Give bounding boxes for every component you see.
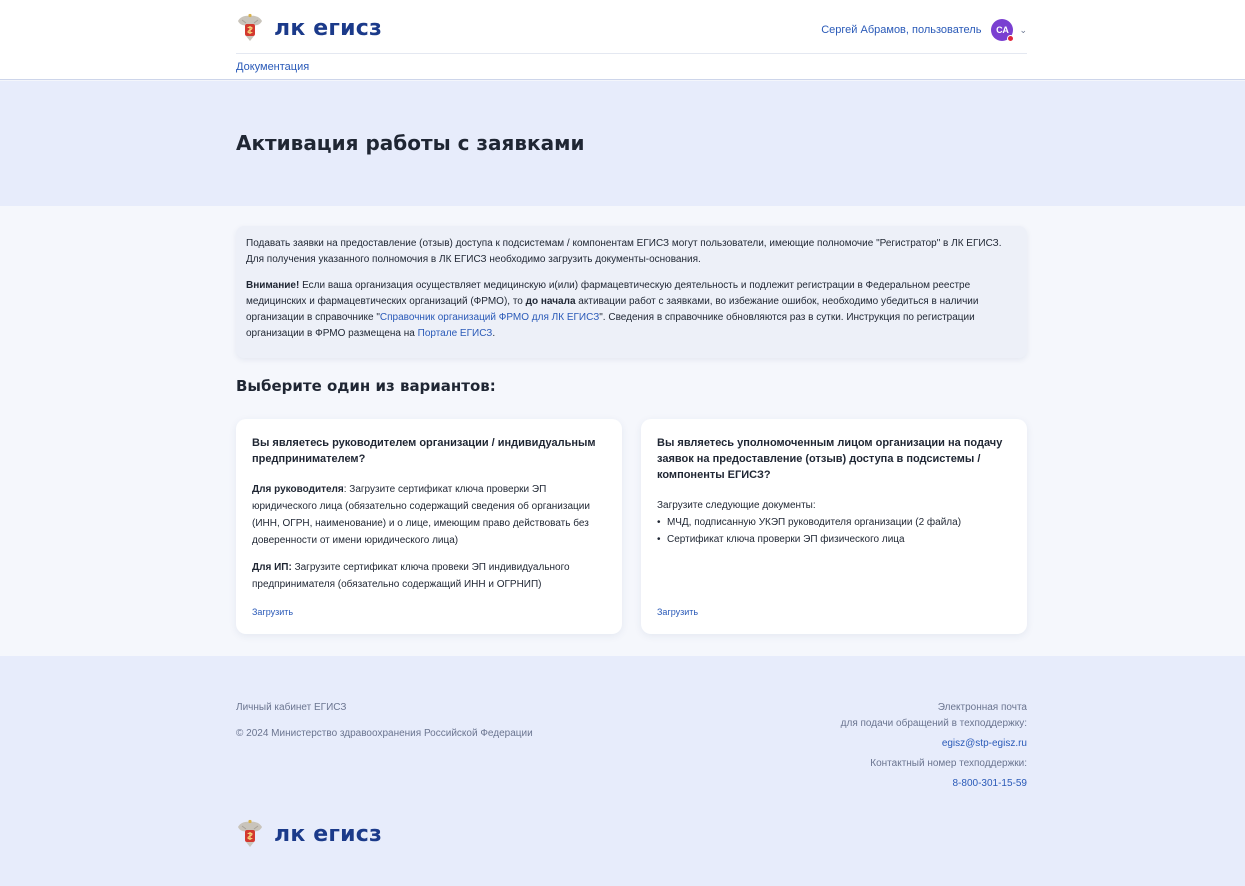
upload-link[interactable]: Загрузить <box>657 607 698 617</box>
ip-instructions: Для ИП: Загрузите сертификат ключа прове… <box>252 559 606 593</box>
documents-list: МЧД, подписанную УКЭП руководителя орган… <box>657 514 1011 548</box>
user-menu[interactable]: Сергей Абрамов, пользователь СА ⌄ <box>821 18 1027 42</box>
info-text-d: . <box>492 328 496 339</box>
emblem-icon <box>238 13 262 41</box>
egisz-portal-link[interactable]: Портале ЕГИСЗ <box>418 328 493 339</box>
header-logo[interactable]: лк егисз <box>236 12 382 44</box>
card-title: Вы являетесь уполномоченным лицом органи… <box>657 437 1003 481</box>
chevron-down-icon[interactable]: ⌄ <box>1019 25 1027 36</box>
card-body: Для руководителя: Загрузите сертификат к… <box>252 481 606 593</box>
page-title: Активация работы с заявками <box>236 131 585 155</box>
ip-label: Для ИП: <box>252 562 292 573</box>
phone-label: Контактный номер техподдержки: <box>870 758 1027 769</box>
footer-logo[interactable]: лк егисз <box>236 818 382 850</box>
footer-contacts: Электронная почта для подачи обращений в… <box>841 700 1027 792</box>
card-title: Вы являетесь руководителем организации /… <box>252 437 596 465</box>
emblem-icon <box>238 819 262 847</box>
notification-dot <box>1007 35 1015 42</box>
info-paragraph-2: Внимание! Если ваша организация осуществ… <box>246 278 1017 342</box>
email-label-2: для подачи обращений в техподдержку: <box>840 718 1027 729</box>
option-card-head: Вы являетесь руководителем организации /… <box>236 419 622 634</box>
frmo-directory-link[interactable]: Справочник организаций ФРМО для ЛК ЕГИСЗ <box>380 312 599 323</box>
documents-intro: Загрузите следующие документы: <box>657 500 816 511</box>
head-instructions: Для руководителя: Загрузите сертификат к… <box>252 481 606 549</box>
list-item: МЧД, подписанную УКЭП руководителя орган… <box>657 514 1011 531</box>
info-notice: Подавать заявки на предоставление (отзыв… <box>236 226 1027 358</box>
support-phone-link[interactable]: 8-800-301-15-59 <box>841 776 1028 792</box>
footer-copyright: © 2024 Министерство здравоохранения Росс… <box>236 728 533 739</box>
logo-text: лк егисз <box>274 821 382 847</box>
logo-text: лк егисз <box>274 15 382 41</box>
ip-text: Загрузите сертификат ключа провеки ЭП ин… <box>252 562 570 590</box>
user-name[interactable]: Сергей Абрамов, пользователь <box>821 24 981 36</box>
hero-banner <box>0 81 1245 206</box>
head-label: Для руководителя <box>252 484 344 495</box>
email-label: Электронная почта <box>937 702 1027 713</box>
support-email-link[interactable]: egisz@stp-egisz.ru <box>841 736 1027 752</box>
info-paragraph-1: Подавать заявки на предоставление (отзыв… <box>246 238 1002 265</box>
header-inner: лк егисз Сергей Абрамов, пользователь СА… <box>236 0 1027 80</box>
list-item: Сертификат ключа проверки ЭП физического… <box>657 531 1011 548</box>
footer <box>0 656 1245 886</box>
nav-documentation-link[interactable]: Документация <box>236 61 309 73</box>
avatar-initials: СА <box>996 25 1009 35</box>
header-divider <box>236 53 1027 54</box>
choose-option-heading: Выберите один из вариантов: <box>236 377 496 395</box>
warning-label: Внимание! <box>246 280 300 291</box>
footer-left: Личный кабинет ЕГИСЗ © 2024 Министерство… <box>236 701 533 741</box>
info-bold-before-start: до начала <box>525 296 576 307</box>
header: лк егисз Сергей Абрамов, пользователь СА… <box>0 0 1245 80</box>
card-body: Загрузите следующие документы: МЧД, подп… <box>657 497 1011 548</box>
upload-link[interactable]: Загрузить <box>252 607 293 617</box>
option-card-authorized: Вы являетесь уполномоченным лицом органи… <box>641 419 1027 634</box>
footer-cabinet-name: Личный кабинет ЕГИСЗ <box>236 702 347 713</box>
avatar[interactable]: СА <box>991 19 1015 42</box>
